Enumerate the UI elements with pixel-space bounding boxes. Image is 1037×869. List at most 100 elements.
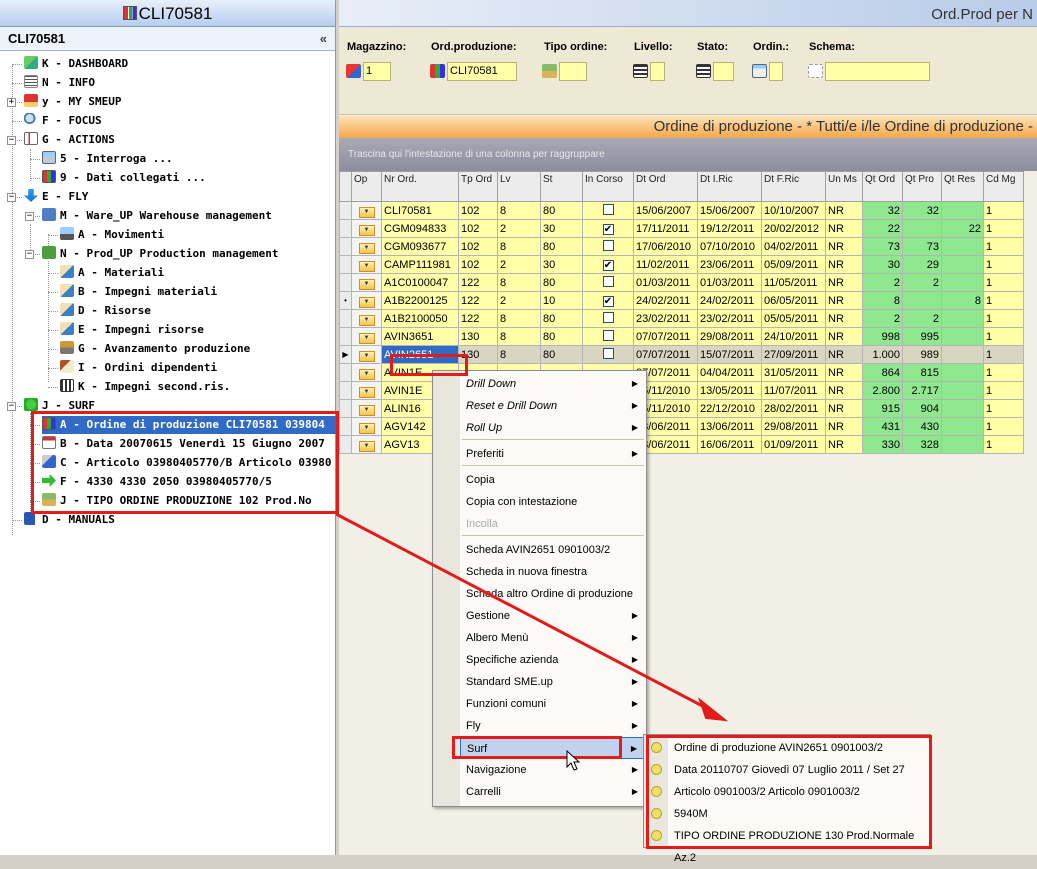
- cell-dtfric[interactable]: 05/09/2011: [761, 255, 826, 274]
- menu-item-navigazione[interactable]: Navigazione ▶: [460, 759, 646, 781]
- cell-ums[interactable]: NR: [825, 435, 863, 454]
- row-marker[interactable]: [339, 309, 352, 328]
- cell-tp[interactable]: 122: [458, 291, 498, 310]
- row-options-button[interactable]: ▼: [358, 242, 375, 254]
- cell-dtiric[interactable]: 23/02/2011: [697, 309, 762, 328]
- cell-dtiric[interactable]: 15/07/2011: [697, 345, 762, 364]
- column-header[interactable]: Tp Ord: [458, 171, 498, 202]
- cell-lv[interactable]: 2: [497, 255, 541, 274]
- ord-produzione-field[interactable]: CLI70581: [447, 62, 517, 81]
- cell-ums[interactable]: NR: [825, 327, 863, 346]
- cell-cdmg[interactable]: 1: [983, 435, 1024, 454]
- ordin-field[interactable]: [769, 62, 783, 81]
- cell-dtiric[interactable]: 29/08/2011: [697, 327, 762, 346]
- cell-qtres[interactable]: [941, 273, 984, 292]
- cell-qtpro[interactable]: 2.717: [902, 381, 942, 400]
- cell-cdmg[interactable]: 1: [983, 327, 1024, 346]
- cell-lv[interactable]: 8: [497, 201, 541, 220]
- row-marker[interactable]: [339, 237, 352, 256]
- cell-st[interactable]: 80: [540, 201, 583, 220]
- column-header[interactable]: Lv: [497, 171, 541, 202]
- row-options-button[interactable]: ▼: [358, 368, 375, 380]
- row-marker[interactable]: •: [339, 291, 352, 310]
- cell-lv[interactable]: 2: [497, 291, 541, 310]
- cell-ums[interactable]: NR: [825, 237, 863, 256]
- cell-incorso[interactable]: [582, 309, 634, 328]
- cell-qtord[interactable]: 73: [862, 237, 903, 256]
- cell-dtfric[interactable]: 05/05/2011: [761, 309, 826, 328]
- row-options-button[interactable]: ▼: [358, 440, 375, 452]
- cell-dtiric[interactable]: 04/04/2011: [697, 363, 762, 382]
- stato-field[interactable]: [713, 62, 734, 81]
- cell-qtres[interactable]: [941, 381, 984, 400]
- cell-qtord[interactable]: 330: [862, 435, 903, 454]
- cell-qtpro[interactable]: 73: [902, 237, 942, 256]
- cell-cdmg[interactable]: 1: [983, 291, 1024, 310]
- cell-dtfric[interactable]: 27/09/2011: [761, 345, 826, 364]
- cell-dtfric[interactable]: 06/05/2011: [761, 291, 826, 310]
- cell-incorso[interactable]: ✔: [582, 219, 634, 238]
- cell-qtpro[interactable]: 328: [902, 435, 942, 454]
- cell-lv[interactable]: 8: [497, 273, 541, 292]
- row-options-button[interactable]: ▼: [358, 404, 375, 416]
- cell-incorso[interactable]: [582, 237, 634, 256]
- cell-dtiric[interactable]: 23/06/2011: [697, 255, 762, 274]
- cell-qtord[interactable]: 431: [862, 417, 903, 436]
- cell-st[interactable]: 30: [540, 255, 583, 274]
- cell-st[interactable]: 80: [540, 237, 583, 256]
- tree-item-info[interactable]: N - INFO: [24, 74, 336, 92]
- cell-cdmg[interactable]: 1: [983, 363, 1024, 382]
- tree-item-impegni-second[interactable]: K - Impegni second.ris.: [60, 378, 336, 396]
- cell-dtiric[interactable]: 22/12/2010: [697, 399, 762, 418]
- cell-cdmg[interactable]: 1: [983, 399, 1024, 418]
- cell-ums[interactable]: NR: [825, 309, 863, 328]
- table-row[interactable]: ▼ CGM094833 102 2 30 ✔ 17/11/2011 19/12/2011 20/…: [339, 219, 1024, 238]
- row-options-button[interactable]: ▼: [358, 422, 375, 434]
- cell-dtiric[interactable]: 16/06/2011: [697, 435, 762, 454]
- cell-st[interactable]: 10: [540, 291, 583, 310]
- column-header[interactable]: Dt F.Ric: [761, 171, 826, 202]
- cell-qtord[interactable]: 30: [862, 255, 903, 274]
- collapse-panel-button[interactable]: «: [320, 27, 327, 51]
- column-header[interactable]: Op: [351, 171, 382, 202]
- menu-item-albero-men[interactable]: Albero Menù ▶: [460, 627, 646, 649]
- cell-nr[interactable]: CGM094833: [381, 219, 459, 238]
- cell-qtord[interactable]: 864: [862, 363, 903, 382]
- cell-nr[interactable]: A1B2200125: [381, 291, 459, 310]
- row-options-button[interactable]: ▼: [358, 350, 375, 362]
- cell-qtres[interactable]: [941, 327, 984, 346]
- tree-item-focus[interactable]: F - FOCUS: [24, 112, 336, 130]
- cell-qtres[interactable]: [941, 399, 984, 418]
- tree-item-impegni-materiali[interactable]: B - Impegni materiali: [60, 283, 336, 301]
- cell-qtpro[interactable]: [902, 291, 942, 310]
- cell-ums[interactable]: NR: [825, 345, 863, 364]
- cell-qtpro[interactable]: 2: [902, 273, 942, 292]
- cell-lv[interactable]: 8: [497, 237, 541, 256]
- cell-qtord[interactable]: 22: [862, 219, 903, 238]
- cell-qtpro[interactable]: 430: [902, 417, 942, 436]
- in-corso-checkbox[interactable]: [602, 203, 614, 215]
- in-corso-checkbox[interactable]: ✔: [602, 259, 614, 271]
- cell-cdmg[interactable]: 1: [983, 273, 1024, 292]
- tree-item-interroga[interactable]: 5 - Interroga ...: [42, 150, 336, 168]
- in-corso-checkbox[interactable]: [602, 239, 614, 251]
- cell-qtord[interactable]: 2: [862, 273, 903, 292]
- cell-dtiric[interactable]: 19/12/2011: [697, 219, 762, 238]
- cell-cdmg[interactable]: 1: [983, 381, 1024, 400]
- cell-nr[interactable]: A1C0100047: [381, 273, 459, 292]
- menu-item-standard-sme-up[interactable]: Standard SME.up ▶: [460, 671, 646, 693]
- collapse-icon[interactable]: −: [7, 402, 16, 411]
- cell-qtpro[interactable]: 2: [902, 309, 942, 328]
- in-corso-checkbox[interactable]: ✔: [602, 295, 614, 307]
- cell-qtres[interactable]: [941, 255, 984, 274]
- row-options-button[interactable]: ▼: [358, 332, 375, 344]
- column-header[interactable]: In Corso: [582, 171, 634, 202]
- cell-qtres[interactable]: [941, 309, 984, 328]
- in-corso-checkbox[interactable]: ✔: [602, 223, 614, 235]
- cell-qtord[interactable]: 1.000: [862, 345, 903, 364]
- row-marker[interactable]: [339, 255, 352, 274]
- cell-st[interactable]: 80: [540, 273, 583, 292]
- cell-nr[interactable]: AVIN3651: [381, 327, 459, 346]
- row-marker[interactable]: [339, 363, 352, 382]
- cell-dtfric[interactable]: 04/02/2011: [761, 237, 826, 256]
